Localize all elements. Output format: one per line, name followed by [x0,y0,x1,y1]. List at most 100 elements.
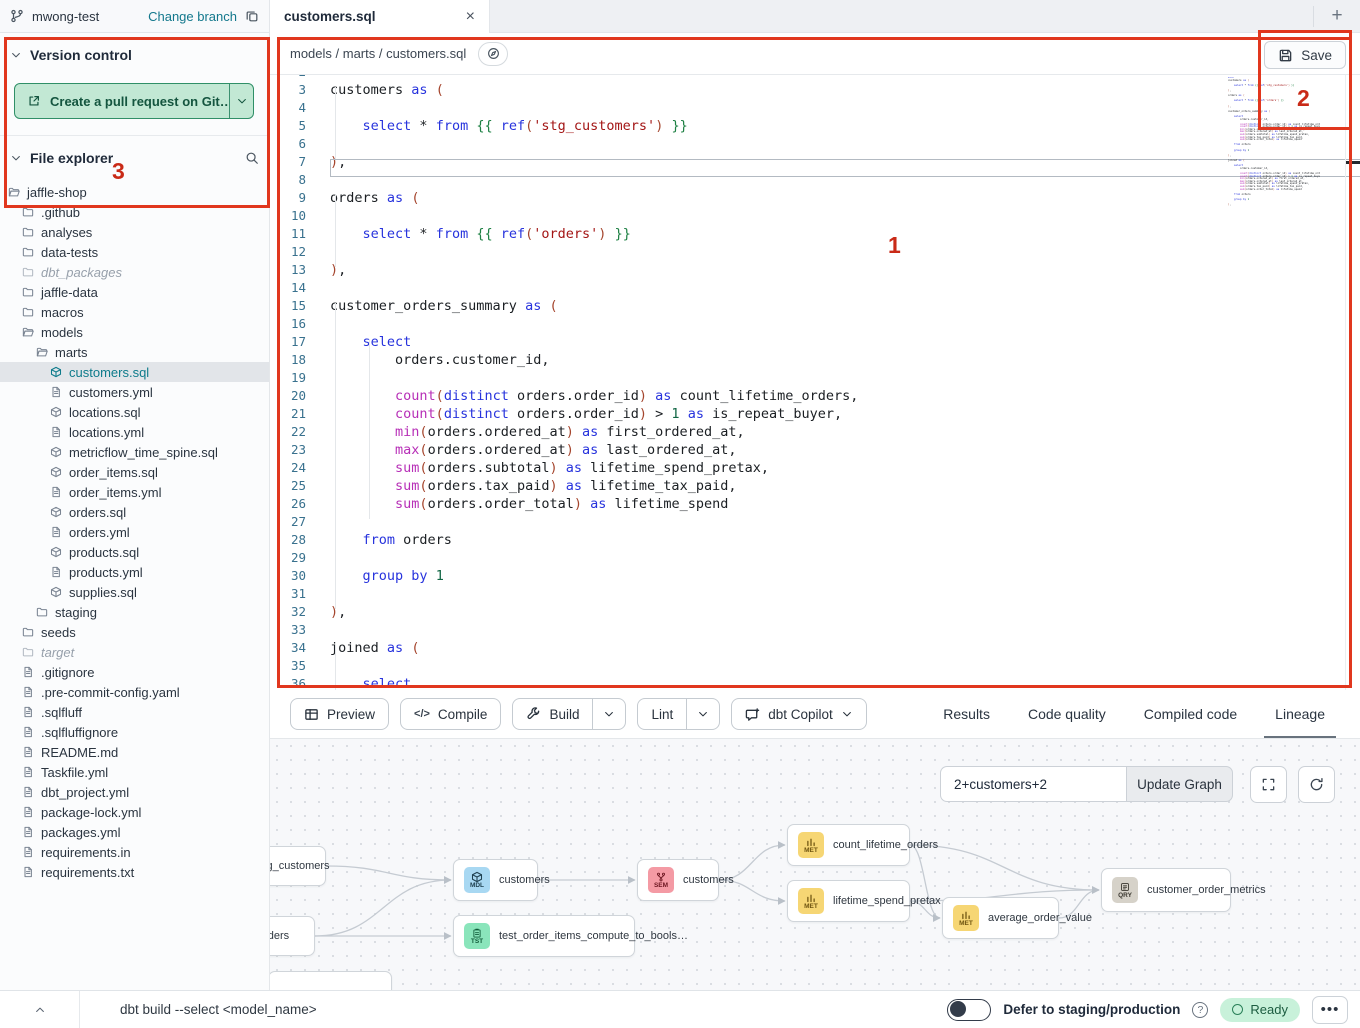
fullscreen-button[interactable] [1250,766,1287,803]
version-control-title: Version control [30,47,132,63]
tree-item-models[interactable]: models [0,322,269,342]
tree-item-order-items-yml[interactable]: order_items.yml [0,482,269,502]
tab-code-quality[interactable]: Code quality [1013,690,1121,738]
editor-minimap[interactable]: withcustomers as ( select * from {{ ref(… [1228,77,1320,207]
dbt-copilot-button[interactable]: dbt Copilot [731,698,867,730]
tree-item-data-tests[interactable]: data-tests [0,242,269,262]
create-pr-button[interactable]: Create a pull request on Git… [14,83,254,119]
lineage-node-orders[interactable]: MDLorders [270,916,315,956]
status-bar: dbt build --select <model_name> Defer to… [0,990,1360,1028]
tree-item-label: jaffle-shop [27,185,87,200]
update-graph-button[interactable]: Update Graph [1126,766,1233,802]
create-pr-dropdown[interactable] [229,84,253,118]
tree-item-orders-yml[interactable]: orders.yml [0,522,269,542]
lineage-node-customers_sem[interactable]: SEMcustomers [637,859,719,901]
close-icon[interactable]: × [466,9,475,25]
tree-item-orders-sql[interactable]: orders.sql [0,502,269,522]
tree-item--github[interactable]: .github [0,202,269,222]
tree-item--gitignore[interactable]: .gitignore [0,662,269,682]
tree-item-supplies-sql[interactable]: supplies.sql [0,582,269,602]
lineage-node-partial_node[interactable] [270,971,392,990]
lineage-node-stg_customers[interactable]: MDLstg_customers [270,846,326,886]
tree-item-jaffle-shop[interactable]: jaffle-shop [0,182,269,202]
tree-item-requirements-in[interactable]: requirements.in [0,842,269,862]
file-explorer-header[interactable]: File explorer [0,136,269,176]
lineage-node-test_bools[interactable]: TSTtest_order_items_compute_to_bools… [453,915,635,957]
lineage-selector-input[interactable]: 2+customers+2 [940,766,1126,802]
refresh-icon [1309,777,1324,792]
tree-item-order-items-sql[interactable]: order_items.sql [0,462,269,482]
tree-item-dbt-project-yml[interactable]: dbt_project.yml [0,782,269,802]
lint-button[interactable]: Lint [637,698,720,730]
tree-item--pre-commit-config-yaml[interactable]: .pre-commit-config.yaml [0,682,269,702]
lineage-node-average_order_value[interactable]: METaverage_order_value [942,897,1059,939]
tree-item-packages-yml[interactable]: packages.yml [0,822,269,842]
tree-item-dbt-packages[interactable]: dbt_packages [0,262,269,282]
tree-item-readme-md[interactable]: README.md [0,742,269,762]
command-hint[interactable]: dbt build --select <model_name> [120,1002,317,1017]
lineage-node-count_lifetime_orders[interactable]: METcount_lifetime_orders [787,824,910,866]
version-control-header[interactable]: Version control [0,33,269,73]
save-button[interactable]: Save [1264,41,1346,69]
compile-button[interactable]: </>Compile [400,698,501,730]
tree-item-jaffle-data[interactable]: jaffle-data [0,282,269,302]
code-line-15: 15customer_orders_summary as ( [270,297,1360,315]
tree-item--sqlfluff[interactable]: .sqlfluff [0,702,269,722]
tab-customers-sql[interactable]: customers.sql × [270,0,490,33]
ready-circle-icon [1232,1004,1243,1015]
expand-command-bar-button[interactable] [0,991,80,1028]
scrollbar-position-marker[interactable] [1346,161,1360,164]
help-icon[interactable]: ? [1192,1002,1208,1018]
tree-item-staging[interactable]: staging [0,602,269,622]
tree-item-locations-sql[interactable]: locations.sql [0,402,269,422]
chevron-down-icon [10,49,22,61]
tab-compiled-code[interactable]: Compiled code [1129,690,1252,738]
tree-item-products-yml[interactable]: products.yml [0,562,269,582]
code-line-5: 5 select * from {{ ref('stg_customers') … [270,117,1360,135]
tab-results[interactable]: Results [928,690,1005,738]
search-icon[interactable] [245,151,259,165]
node-label: average_order_value [988,912,1092,924]
tree-item-locations-yml[interactable]: locations.yml [0,422,269,442]
code-editor[interactable]: 23customers as (45 select * from {{ ref(… [270,75,1360,690]
more-options-button[interactable]: ••• [1312,996,1348,1024]
lineage-edge [326,866,451,880]
file-icon [50,526,62,538]
file-explorer-title: File explorer [30,150,113,166]
tree-item-seeds[interactable]: seeds [0,622,269,642]
tree-item-target[interactable]: target [0,642,269,662]
copilot-breadcrumb-button[interactable] [478,42,508,66]
tree-item--sqlfluffignore[interactable]: .sqlfluffignore [0,722,269,742]
refresh-button[interactable] [1298,766,1335,803]
clipboard-icon: TST [464,923,490,949]
tree-item-label: README.md [41,745,118,760]
line-number: 24 [270,459,330,477]
tree-item-taskfile-yml[interactable]: Taskfile.yml [0,762,269,782]
defer-toggle[interactable] [947,999,991,1021]
build-button[interactable]: Build [512,698,626,730]
line-number: 29 [270,549,330,567]
tree-item-metricflow-time-spine-sql[interactable]: metricflow_time_spine.sql [0,442,269,462]
tree-item-package-lock-yml[interactable]: package-lock.yml [0,802,269,822]
tree-item-customers-yml[interactable]: customers.yml [0,382,269,402]
build-dropdown[interactable] [592,699,625,729]
tree-item-products-sql[interactable]: products.sql [0,542,269,562]
code-line-9: 9orders as ( [270,189,1360,207]
lineage-canvas[interactable]: 2+customers+2 Update Graph MDLstg_custom… [270,738,1360,990]
preview-button[interactable]: Preview [290,698,389,730]
tree-item-requirements-txt[interactable]: requirements.txt [0,862,269,882]
lineage-node-customers_mdl[interactable]: MDLcustomers [453,859,538,901]
tree-item-customers-sql[interactable]: customers.sql [0,362,269,382]
tab-lineage[interactable]: Lineage [1260,690,1340,738]
new-tab-button[interactable]: + [1314,0,1360,33]
lineage-node-lifetime_spend_pretax[interactable]: METlifetime_spend_pretax [787,880,910,922]
tree-item-macros[interactable]: macros [0,302,269,322]
change-branch-link[interactable]: Change branch [148,9,237,24]
tree-item-marts[interactable]: marts [0,342,269,362]
external-link-icon [27,94,41,108]
lineage-node-customer_order_metrics[interactable]: QRYcustomer_order_metrics [1101,868,1231,912]
code-icon: </> [414,708,430,720]
tree-item-analyses[interactable]: analyses [0,222,269,242]
lint-dropdown[interactable] [686,699,719,729]
copy-icon[interactable] [245,9,259,23]
